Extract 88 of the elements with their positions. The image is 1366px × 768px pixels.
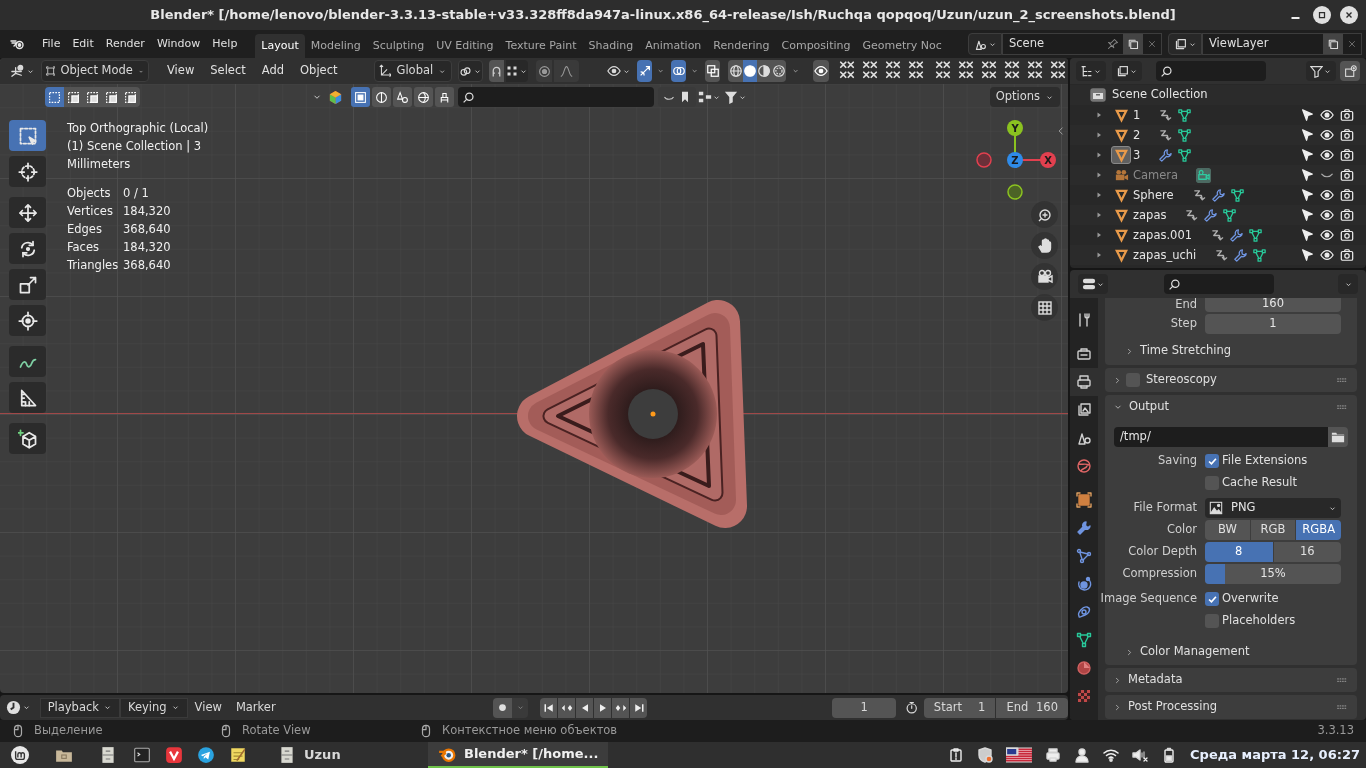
stat-label: Edges <box>67 221 103 238</box>
menu-item[interactable]: Select <box>202 60 254 82</box>
end-frame-field[interactable]: End 160 <box>996 697 1068 718</box>
workspace-tab[interactable]: UV Editing <box>430 34 500 58</box>
tree-item-label[interactable]: zapas.001 <box>1133 227 1193 243</box>
field-label: End <box>1175 298 1197 312</box>
panel-title[interactable]: Output <box>1129 398 1169 416</box>
stat-value: 368,640 <box>123 221 172 238</box>
status-hint: Rotate View <box>242 722 311 740</box>
view-layer-field[interactable]: ViewLayer <box>1202 33 1362 55</box>
checkbox-label: Cache Result <box>1222 474 1297 492</box>
menu-item[interactable]: Keying <box>119 697 188 718</box>
menu-item[interactable]: Window <box>150 33 207 55</box>
field-label: Step <box>1170 315 1197 333</box>
slider-value: 15% <box>1260 565 1286 583</box>
options-dropdown[interactable]: Options <box>989 87 1060 107</box>
taskbar-window-button[interactable]: Blender* [/home... <box>428 742 608 768</box>
menu-item[interactable]: Help <box>206 33 244 55</box>
field-label: File Format <box>1133 499 1197 517</box>
stat-label: Vertices <box>67 203 114 220</box>
window-title: Blender* [/home/lenovo/blender-3.3.13-stable+v33.328ff8da947a-linux.x86_64-release/Ish/Ruchqa qopqoq/Uzun/uzun_2_screenshots.blend] <box>150 6 1176 25</box>
workspace-tab[interactable]: Rendering <box>707 34 776 58</box>
version-label: 3.3.13 <box>1317 722 1354 740</box>
tree-item-label[interactable]: 2 <box>1133 127 1141 143</box>
checkbox-label: Placeholders <box>1222 612 1296 630</box>
tree-item-label[interactable]: Sphere <box>1133 187 1174 203</box>
menu-item[interactable]: Add <box>253 60 293 82</box>
field-label: Color Depth <box>1128 543 1197 561</box>
file-format-dropdown[interactable]: PNG <box>1205 498 1341 518</box>
status-hint: Контекстное меню объектов <box>442 722 618 740</box>
mode-dropdown[interactable]: Object Mode <box>41 60 149 82</box>
checkbox-label: Overwrite <box>1222 590 1279 608</box>
status-hint: Выделение <box>34 722 103 740</box>
field-label: Color <box>1166 521 1197 539</box>
slider-track[interactable]: 15% <box>1205 564 1341 584</box>
stat-value: 368,640 <box>123 257 172 274</box>
stat-value: 184,320 <box>123 239 172 256</box>
segment-option[interactable]: BW <box>1205 520 1250 540</box>
segment-option[interactable]: 8 <box>1205 542 1273 562</box>
orientation-dropdown[interactable]: Global <box>373 60 452 82</box>
scene-field[interactable]: Scene <box>1002 33 1162 55</box>
stat-label: Objects <box>67 185 112 202</box>
segment-option[interactable]: RGB <box>1250 520 1296 540</box>
number-field[interactable]: 160 <box>1205 298 1341 312</box>
workspace-tab[interactable]: Geometry Noc <box>856 34 948 58</box>
stat-value: 0 / 1 <box>123 185 150 202</box>
stat-label: Triangles <box>67 257 120 274</box>
menu-item[interactable]: Marker <box>228 697 283 718</box>
segment-option[interactable]: RGBA <box>1296 520 1341 540</box>
tree-item-label[interactable]: zapas <box>1133 207 1167 223</box>
menu-item[interactable]: Edit <box>66 33 100 55</box>
subpanel-title[interactable]: Color Management <box>1140 643 1250 661</box>
taskbar-window-button[interactable]: Uzun <box>268 742 418 768</box>
viewport-info-text: Millimeters <box>67 156 132 173</box>
clock[interactable]: Среда марта 12, 06:27 <box>1190 745 1360 765</box>
menu-item[interactable]: View <box>187 697 229 718</box>
tree-item-label[interactable]: Camera <box>1133 167 1179 183</box>
segment-option[interactable]: 16 <box>1273 542 1341 562</box>
viewport-info-text: (1) Scene Collection | 3 <box>67 138 203 155</box>
tree-item-label[interactable]: 1 <box>1133 107 1141 123</box>
workspace-tab[interactable]: Shading <box>582 34 640 58</box>
workspace-tab[interactable]: Sculpting <box>366 34 431 58</box>
subpanel-title[interactable]: Time Stretching <box>1140 342 1232 360</box>
stat-label: Faces <box>67 239 100 256</box>
menu-item[interactable]: Playback <box>39 697 120 718</box>
stat-value: 184,320 <box>123 203 172 220</box>
field-label: Saving <box>1158 452 1197 470</box>
field-label: Image Sequence <box>1100 590 1197 608</box>
workspace-tab[interactable]: Modeling <box>304 34 367 58</box>
field-label: Compression <box>1122 565 1197 583</box>
menu-item[interactable]: View <box>159 60 203 82</box>
workspace-tab[interactable]: Texture Paint <box>499 34 583 58</box>
tree-item-label[interactable]: Scene Collection <box>1112 86 1208 104</box>
viewport-info-text: Top Orthographic (Local) <box>67 120 209 137</box>
menu-item[interactable]: Object <box>292 60 346 82</box>
tree-item-label[interactable]: 3 <box>1133 147 1141 163</box>
workspace-tab[interactable]: Layout <box>255 34 305 58</box>
menu-item[interactable]: Render <box>99 33 151 55</box>
start-frame-field[interactable]: Start 1 <box>923 697 996 718</box>
tree-item-label[interactable]: zapas_uchi <box>1133 247 1197 263</box>
checkbox-label: File Extensions <box>1222 452 1308 470</box>
workspace-tab[interactable]: Animation <box>639 34 708 58</box>
workspace-tab[interactable]: Compositing <box>775 34 857 58</box>
path-field[interactable]: /tmp/ <box>1114 427 1328 447</box>
panel-title[interactable]: Metadata <box>1128 671 1183 689</box>
menu-item[interactable]: File <box>36 33 67 55</box>
number-field[interactable]: 1 <box>1205 314 1341 334</box>
current-frame-field[interactable]: 1 <box>832 697 897 718</box>
